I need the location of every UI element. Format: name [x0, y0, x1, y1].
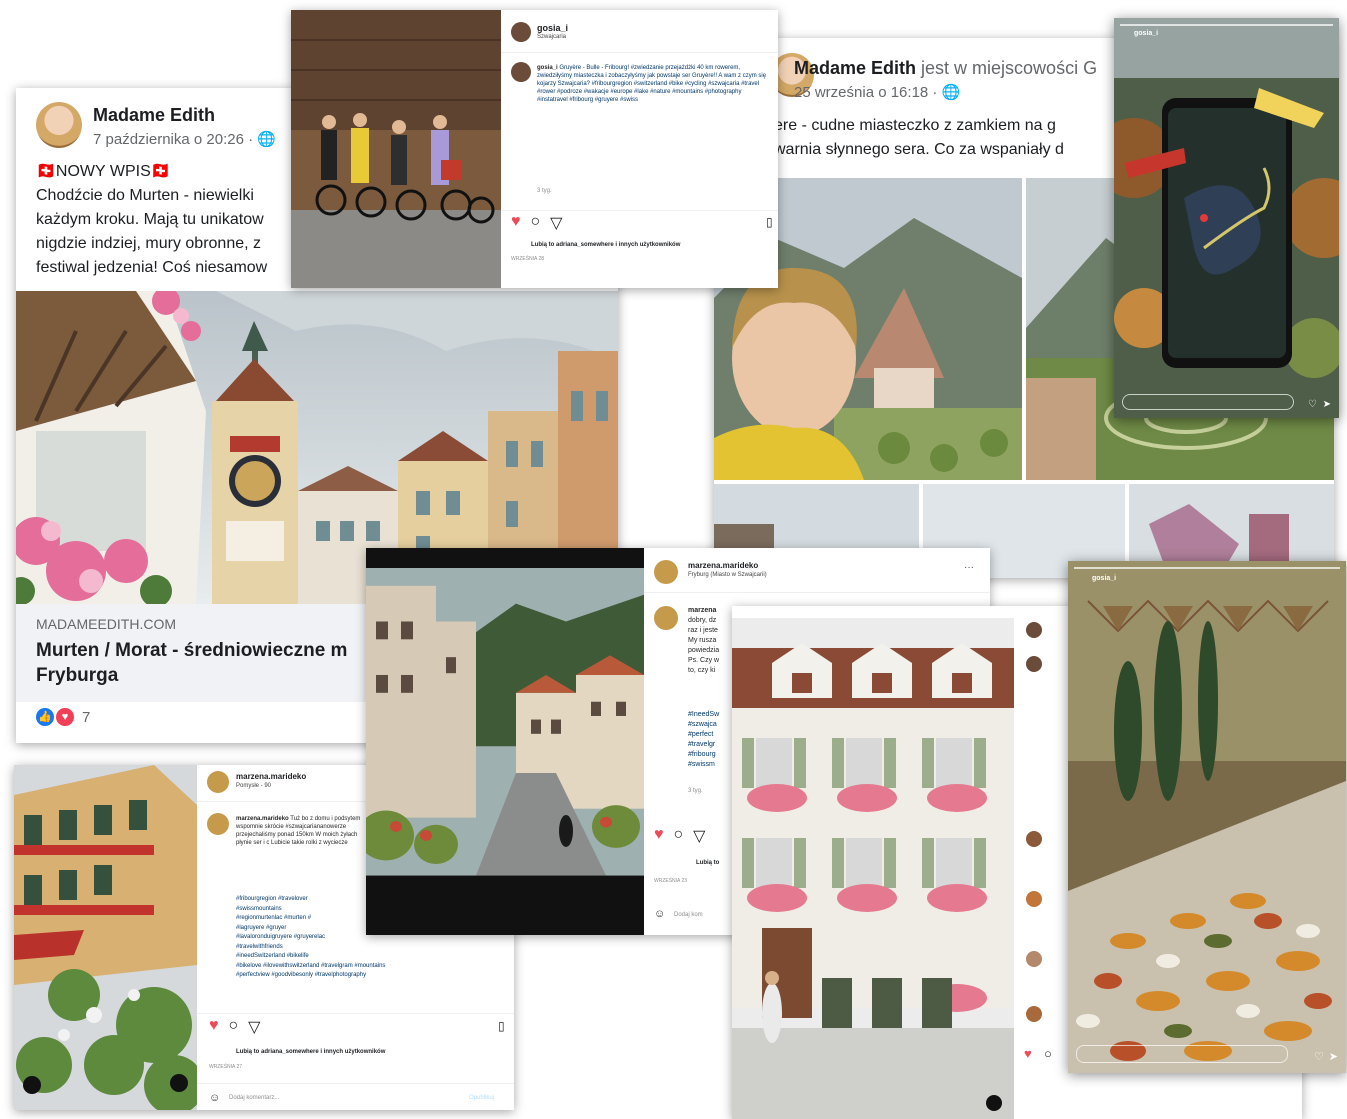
- post-date[interactable]: 25 września o 16:18 · 🌐: [794, 83, 960, 101]
- story-reply-bar[interactable]: [1122, 394, 1294, 410]
- share-icon[interactable]: ▽: [248, 1017, 260, 1037]
- reaction-count: 7: [82, 708, 91, 726]
- story-reply-bar[interactable]: [1076, 1045, 1288, 1063]
- facade-photo[interactable]: [732, 618, 1014, 1119]
- comment-icon[interactable]: ○: [674, 826, 684, 846]
- globe-icon: 🌐: [941, 84, 961, 101]
- divider: [501, 52, 778, 53]
- divider: [644, 592, 990, 593]
- story-food[interactable]: gosia_i ♡ ➤: [1068, 561, 1346, 1073]
- story-user[interactable]: gosia_i: [1134, 30, 1158, 37]
- share-icon[interactable]: ▽: [693, 826, 705, 846]
- send-icon[interactable]: ➤: [1323, 399, 1331, 410]
- divider: [197, 1083, 514, 1084]
- avatar[interactable]: [511, 22, 531, 42]
- comment-input[interactable]: Dodaj komentarz...: [229, 1095, 279, 1101]
- ig-caption: marzena.marideko Tuż bo z domu i podsyte…: [236, 816, 361, 846]
- ig-caption: gosia_i Gruyère - Bulle - Fribourg! #zwi…: [537, 65, 767, 103]
- ig-username[interactable]: marzena.marideko: [236, 772, 306, 781]
- author-name[interactable]: Madame Edith: [93, 105, 215, 126]
- ig-location[interactable]: Fryburg (Miasto w Szwajcarii): [688, 572, 767, 578]
- ig-actions: ♥ ○ ▽: [209, 1017, 260, 1037]
- ig-time: 3 tyg.: [537, 188, 552, 194]
- globe-icon: 🌐: [257, 131, 276, 148]
- avatar[interactable]: [511, 62, 531, 82]
- ig-hashtags[interactable]: #IneedSw #szwajca #perfect #travelgr #fr…: [688, 710, 719, 770]
- link-title: Murten / Morat - średniowieczne m Frybur…: [36, 640, 348, 686]
- author-name[interactable]: Madame Edith: [794, 58, 916, 78]
- post-body: ere - cudne miasteczko z zamkiem na g wa…: [774, 117, 1064, 158]
- bookmark-icon[interactable]: ▯: [766, 215, 773, 229]
- publish-button[interactable]: Opublikuj: [469, 1095, 494, 1101]
- ig-actions: ♥ ○ ▽: [511, 213, 562, 233]
- divider: [197, 1013, 514, 1014]
- heart-icon[interactable]: ♥: [209, 1017, 219, 1037]
- heart-icon[interactable]: ♡: [1308, 399, 1317, 410]
- link-domain: MADAMEEDITH.COM: [36, 616, 176, 632]
- story-progress-bar: [1074, 567, 1340, 569]
- street-photo[interactable]: [366, 548, 644, 935]
- more-icon[interactable]: ···: [964, 562, 974, 573]
- ig-post-bikes: gosia_i Szwajcaria gosia_i Gruyère - Bul…: [291, 10, 778, 288]
- avatar[interactable]: [36, 102, 82, 148]
- ig-likes[interactable]: Lubią to adriana_somewhere i innych użyt…: [531, 242, 680, 248]
- flower-facade-photo[interactable]: [14, 765, 197, 1110]
- ig-date: WRZEŚNIA 28: [511, 256, 545, 262]
- ig-caption: marzena dobry, dz raz i jeste My rusza p…: [688, 607, 720, 674]
- heart-icon[interactable]: ♥: [654, 826, 664, 846]
- share-icon[interactable]: ▽: [550, 213, 562, 233]
- ig-likes[interactable]: Lubią to adriana_somewhere i innych użyt…: [236, 1049, 385, 1055]
- ig-date: WRZEŚNIA 27: [209, 1064, 243, 1070]
- post-headline: 🇨🇭NOWY WPIS🇨🇭: [36, 163, 171, 180]
- story-user[interactable]: gosia_i: [1092, 575, 1116, 582]
- comment-icon[interactable]: ○: [1044, 1046, 1052, 1061]
- ig-location[interactable]: Pomysłe - 90: [236, 783, 271, 789]
- comment-icon[interactable]: ○: [229, 1017, 239, 1037]
- emoji-icon[interactable]: ☺: [209, 1092, 220, 1104]
- avatar[interactable]: [1026, 951, 1042, 967]
- bookmark-icon[interactable]: ▯: [498, 1019, 505, 1033]
- avatar[interactable]: [207, 813, 229, 835]
- avatar[interactable]: [1026, 831, 1042, 847]
- avatar[interactable]: [654, 560, 678, 584]
- cyclists-photo[interactable]: [291, 10, 501, 288]
- ig-username[interactable]: marzena.marideko: [688, 561, 758, 570]
- location-text[interactable]: jest w miejscowości G: [916, 58, 1097, 78]
- avatar[interactable]: [1026, 656, 1042, 672]
- avatar[interactable]: [1026, 891, 1042, 907]
- ig-date: WRZEŚNIA 23: [654, 878, 688, 884]
- avatar[interactable]: [654, 606, 678, 630]
- post-body: Chodźcie do Murten - niewielki każdym kr…: [36, 187, 268, 276]
- love-reaction-icon: ♥: [56, 708, 74, 726]
- post-header: Madame Edith jest w miejscowości G: [794, 58, 1097, 79]
- reactions[interactable]: 👍 ♥ 7: [36, 708, 90, 726]
- heart-icon[interactable]: ♥: [511, 213, 521, 233]
- story-progress-bar: [1120, 24, 1333, 26]
- ig-actions: ♥ ○ ▽: [654, 826, 705, 846]
- heart-icon[interactable]: ♡: [1314, 1050, 1324, 1063]
- ig-likes[interactable]: Lubią to: [696, 860, 719, 866]
- post-date[interactable]: 7 października o 20:26 · 🌐: [93, 130, 276, 148]
- story-map[interactable]: gosia_i ♡ ➤: [1114, 18, 1339, 418]
- avatar[interactable]: [207, 771, 229, 793]
- send-icon[interactable]: ➤: [1329, 1050, 1338, 1063]
- like-reaction-icon: 👍: [36, 708, 54, 726]
- ig-location[interactable]: Szwajcaria: [537, 34, 566, 40]
- comment-input[interactable]: Dodaj kom: [674, 912, 703, 918]
- emoji-icon[interactable]: ☺: [654, 908, 665, 920]
- heart-icon[interactable]: ♥: [1024, 1046, 1032, 1061]
- ig-username[interactable]: gosia_i: [537, 23, 568, 33]
- avatar[interactable]: [1026, 622, 1042, 638]
- divider: [501, 210, 778, 211]
- ig-time: 3 tyg.: [688, 788, 703, 794]
- avatar[interactable]: [1026, 1006, 1042, 1022]
- comment-icon[interactable]: ○: [531, 213, 541, 233]
